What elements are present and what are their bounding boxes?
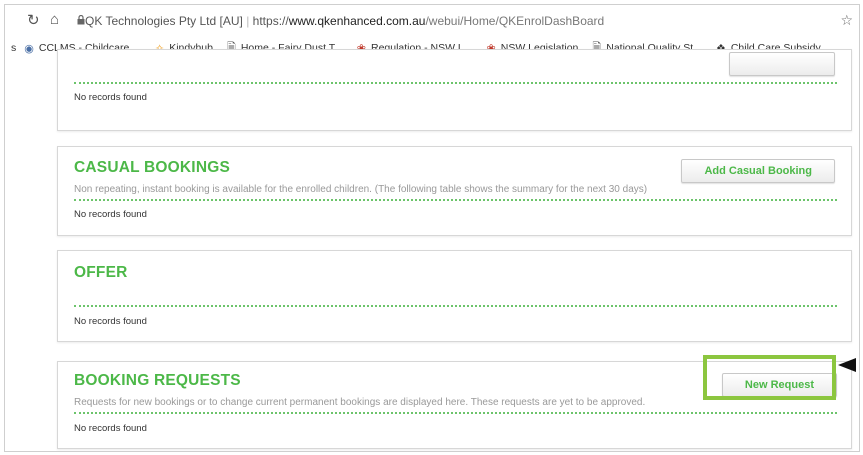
empty-message: No records found <box>74 316 147 327</box>
empty-message: No records found <box>74 209 147 220</box>
address-bar[interactable]: ↻ ⌂ QK Technologies Pty Ltd [AU] | https… <box>5 5 859 37</box>
empty-message: No records found <box>74 92 147 103</box>
pointer-arrow-icon <box>838 358 856 372</box>
site-identity: QK Technologies Pty Ltd [AU] <box>85 14 243 28</box>
add-child-button[interactable] <box>729 52 835 76</box>
dotted-divider <box>74 412 837 414</box>
dotted-divider <box>74 199 837 201</box>
url-path: /webui/Home/QKEnrolDashBoard <box>425 14 605 28</box>
dotted-divider <box>74 305 837 307</box>
offer-panel: OFFER No records found <box>57 250 852 342</box>
children-panel: No records found <box>57 49 852 131</box>
dotted-divider <box>74 82 837 84</box>
empty-message: No records found <box>74 423 147 434</box>
cclms-icon: ◉ <box>24 42 34 55</box>
url-prefix: https:// <box>252 14 289 28</box>
section-title: CASUAL BOOKINGS <box>74 159 231 176</box>
reload-icon[interactable]: ↻ <box>27 11 40 29</box>
home-icon[interactable]: ⌂ <box>50 11 59 28</box>
lock-icon <box>77 15 85 25</box>
section-description: Requests for new bookings or to change c… <box>74 397 646 408</box>
highlight-box <box>703 355 836 400</box>
url-text[interactable]: QK Technologies Pty Ltd [AU] | https://w… <box>85 14 604 28</box>
url-host: www.qkenhanced.com.au <box>288 14 426 28</box>
section-description: Non repeating, instant booking is availa… <box>74 184 648 195</box>
section-title: OFFER <box>74 264 128 281</box>
bookmarks-overflow-icon[interactable]: s <box>11 42 16 54</box>
casual-bookings-panel: CASUAL BOOKINGS Add Casual Booking Non r… <box>57 146 852 236</box>
add-casual-booking-button[interactable]: Add Casual Booking <box>681 159 835 183</box>
bookmark-star-icon[interactable]: ☆ <box>840 12 853 29</box>
section-title: BOOKING REQUESTS <box>74 372 241 389</box>
